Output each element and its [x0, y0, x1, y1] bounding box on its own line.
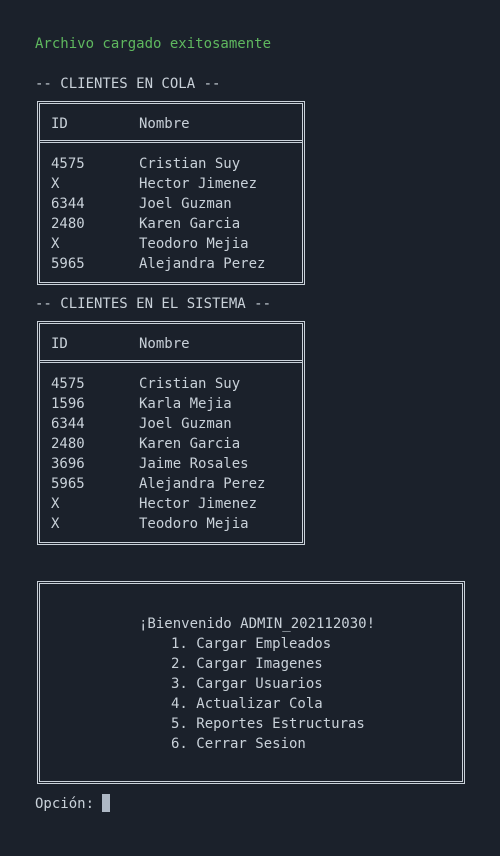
- system-header-name: Nombre: [139, 336, 190, 352]
- row-name: Alejandra Perez: [139, 476, 266, 492]
- row-name: Karla Mejia: [139, 396, 232, 412]
- text-cursor[interactable]: [102, 794, 111, 812]
- row-name: Alejandra Perez: [139, 256, 266, 272]
- queue-table-separator: [40, 140, 302, 143]
- row-id: 4575: [51, 376, 85, 392]
- row-id: 5965: [51, 256, 85, 272]
- row-id: X: [51, 516, 60, 532]
- welcome-message: ¡Bienvenido ADMIN_202112030!: [139, 616, 376, 632]
- row-id: 1596: [51, 396, 85, 412]
- menu-option: 6. Cerrar Sesion: [171, 736, 306, 752]
- row-id: X: [51, 176, 60, 192]
- row-id: 2480: [51, 436, 85, 452]
- menu-option: 4. Actualizar Cola: [171, 696, 323, 712]
- menu-option: 3. Cargar Usuarios: [171, 676, 323, 692]
- option-prompt-label: Opción:: [35, 796, 95, 812]
- row-name: Karen Garcia: [139, 216, 241, 232]
- row-id: 6344: [51, 196, 85, 212]
- option-prompt[interactable]: Opción:: [35, 794, 111, 814]
- row-name: Jaime Rosales: [139, 456, 249, 472]
- row-name: Karen Garcia: [139, 436, 241, 452]
- menu-option: 1. Cargar Empleados: [171, 636, 332, 652]
- status-message: Archivo cargado exitosamente: [35, 36, 272, 52]
- row-id: 2480: [51, 216, 85, 232]
- row-name: Teodoro Mejia: [139, 236, 249, 252]
- row-id: 5965: [51, 476, 85, 492]
- row-id: X: [51, 236, 60, 252]
- menu-option: 5. Reportes Estructuras: [171, 716, 365, 732]
- row-name: Joel Guzman: [139, 196, 232, 212]
- row-id: 6344: [51, 416, 85, 432]
- row-name: Joel Guzman: [139, 416, 232, 432]
- row-id: 4575: [51, 156, 85, 172]
- row-name: Hector Jimenez: [139, 496, 258, 512]
- row-name: Cristian Suy: [139, 156, 241, 172]
- row-id: X: [51, 496, 60, 512]
- row-name: Hector Jimenez: [139, 176, 258, 192]
- system-header-id: ID: [51, 336, 68, 352]
- row-id: 3696: [51, 456, 85, 472]
- row-name: Cristian Suy: [139, 376, 241, 392]
- system-section-title: -- CLIENTES EN EL SISTEMA --: [35, 296, 272, 312]
- terminal-window: { "colors": { "background": "#1b212b", "…: [0, 0, 500, 856]
- queue-header-name: Nombre: [139, 116, 190, 132]
- menu-option: 2. Cargar Imagenes: [171, 656, 323, 672]
- queue-section-title: -- CLIENTES EN COLA --: [35, 76, 221, 92]
- row-name: Teodoro Mejia: [139, 516, 249, 532]
- system-table-separator: [40, 360, 302, 363]
- queue-header-id: ID: [51, 116, 68, 132]
